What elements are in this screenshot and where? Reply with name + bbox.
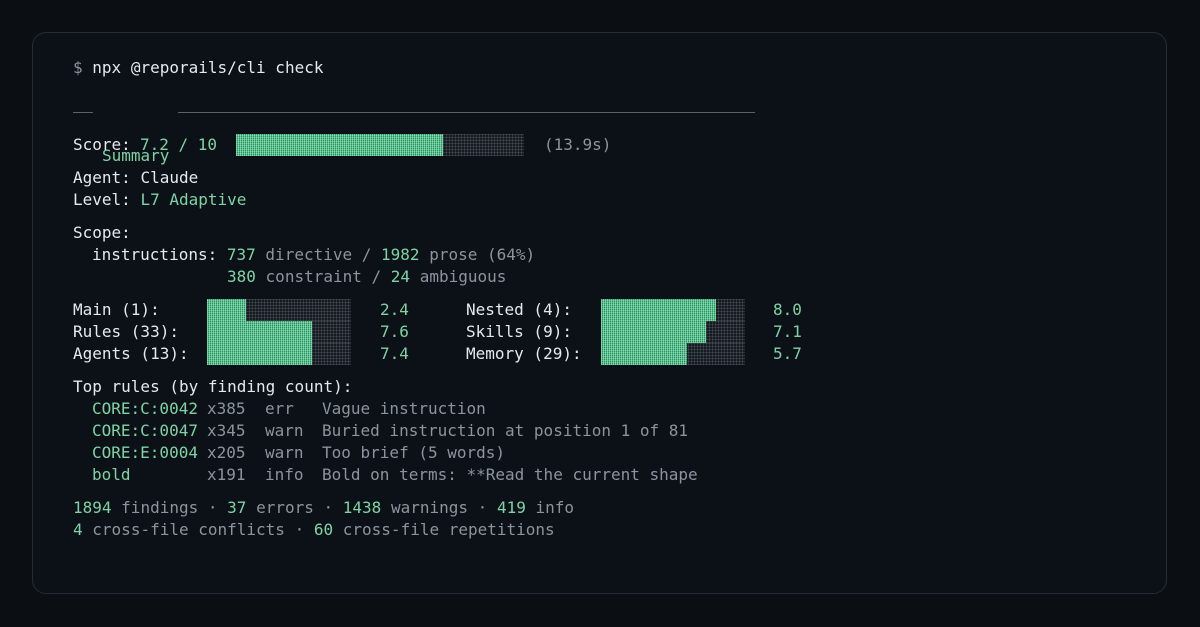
category-bar: [601, 343, 745, 365]
rule-level: warn: [265, 421, 304, 440]
top-rules-heading: Top rules (by finding count):: [73, 377, 353, 396]
score-label: Score:: [73, 135, 131, 154]
terminal-card: $ npx @reporails/cli check Summary Score…: [32, 32, 1167, 594]
constraint-count: 380: [227, 267, 256, 286]
repetitions-label: cross-file repetitions: [342, 520, 555, 539]
rule-message: Too brief (5 words): [322, 443, 506, 462]
category-bar-fill: [601, 321, 707, 343]
separator: ·: [294, 520, 305, 539]
category-bar-fill: [601, 343, 688, 365]
cross-file-row: 4 cross-file conflicts · 60 cross-file r…: [73, 519, 555, 541]
rule-row: bold x191 info Bold on terms: **Read the cu…: [73, 464, 773, 486]
category-label: Nested (4):: [466, 300, 572, 319]
rule-code: bold: [92, 465, 131, 484]
info-count: 419: [496, 498, 526, 517]
category-label: Skills (9):: [466, 322, 572, 341]
level-value: L7 Adaptive: [140, 190, 247, 209]
summary-heading: Summary: [73, 101, 755, 165]
category-bar-fill: [601, 299, 717, 321]
separator: ·: [207, 498, 218, 517]
rule-message: Vague instruction: [322, 399, 486, 418]
level-row: Level: L7 Adaptive: [73, 189, 246, 211]
instructions-label: instructions:: [92, 245, 218, 264]
constraint-label: constraint /: [265, 267, 382, 286]
command-text: npx @reporails/cli check: [92, 58, 324, 77]
directive-label: directive /: [265, 245, 372, 264]
elapsed-time: (13.9s): [544, 135, 612, 154]
agent-label: Agent:: [73, 168, 131, 187]
category-bar: [601, 299, 745, 321]
category-bar: [601, 321, 745, 343]
score-bar-fill: [236, 134, 444, 156]
category-score: 7.1: [773, 322, 802, 341]
agent-row: Agent: Claude: [73, 167, 198, 189]
findings-label: findings: [121, 498, 199, 517]
agent-value: Claude: [140, 168, 199, 187]
prose-count: 1982: [381, 245, 420, 264]
category-row: Memory (29): 5.7: [73, 343, 833, 365]
category-row: Nested (4): 8.0: [73, 299, 833, 321]
heading-rule-right: [178, 112, 755, 113]
ambiguous-label: ambiguous: [419, 267, 507, 286]
warnings-count: 1438: [342, 498, 382, 517]
directive-count: 737: [226, 245, 256, 264]
score-row: Score: 7.2 / 10 (13.9s): [73, 134, 673, 156]
rule-message: Buried instruction at position 1 of 81: [322, 421, 689, 440]
category-score: 8.0: [773, 300, 802, 319]
rule-message: Bold on terms: **Read the current shape: [322, 465, 698, 484]
rule-count: x345: [207, 421, 246, 440]
rule-code: CORE:E:0004: [92, 443, 198, 462]
rule-count: x385: [207, 399, 246, 418]
errors-label: errors: [256, 498, 314, 517]
info-label: info: [535, 498, 575, 517]
scope-label: Scope:: [73, 223, 131, 242]
rule-level: warn: [265, 443, 304, 462]
rule-count: x205: [207, 443, 246, 462]
separator: ·: [323, 498, 334, 517]
conflicts-label: cross-file conflicts: [92, 520, 285, 539]
heading-rule-left: [73, 112, 93, 113]
level-label: Level:: [73, 190, 131, 209]
command-line: $ npx @reporails/cli check: [73, 57, 323, 79]
errors-count: 37: [227, 498, 247, 517]
rule-row: CORE:E:0004 x205 warn Too brief (5 words): [73, 442, 773, 464]
rule-level: info: [265, 465, 304, 484]
category-score: 5.7: [773, 344, 802, 363]
rule-code: CORE:C:0042: [92, 399, 198, 418]
category-label: Memory (29):: [466, 344, 582, 363]
findings-count: 1894: [73, 498, 112, 517]
repetitions-count: 60: [313, 520, 334, 539]
prose-label: prose (64%): [429, 245, 536, 264]
rule-count: x191: [207, 465, 246, 484]
totals-row: 1894 findings · 37 errors · 1438 warning…: [73, 497, 574, 519]
score-value: 7.2 / 10: [140, 135, 218, 154]
scope-instructions-row: instructions: 737 directive / 1982 prose…: [92, 244, 535, 266]
ambiguous-count: 24: [390, 267, 411, 286]
category-row: Skills (9): 7.1: [73, 321, 833, 343]
rule-row: CORE:C:0042 x385 err Vague instruction: [73, 398, 773, 420]
separator: ·: [477, 498, 488, 517]
warnings-label: warnings: [390, 498, 469, 517]
rule-code: CORE:C:0047: [92, 421, 198, 440]
scope-constraint-row: 380 constraint / 24 ambiguous: [227, 266, 506, 288]
prompt-symbol: $: [73, 58, 83, 77]
rule-row: CORE:C:0047 x345 warn Buried instruction at…: [73, 420, 773, 442]
score-bar: [236, 134, 524, 156]
conflicts-count: 4: [73, 520, 83, 539]
rule-level: err: [265, 399, 294, 418]
